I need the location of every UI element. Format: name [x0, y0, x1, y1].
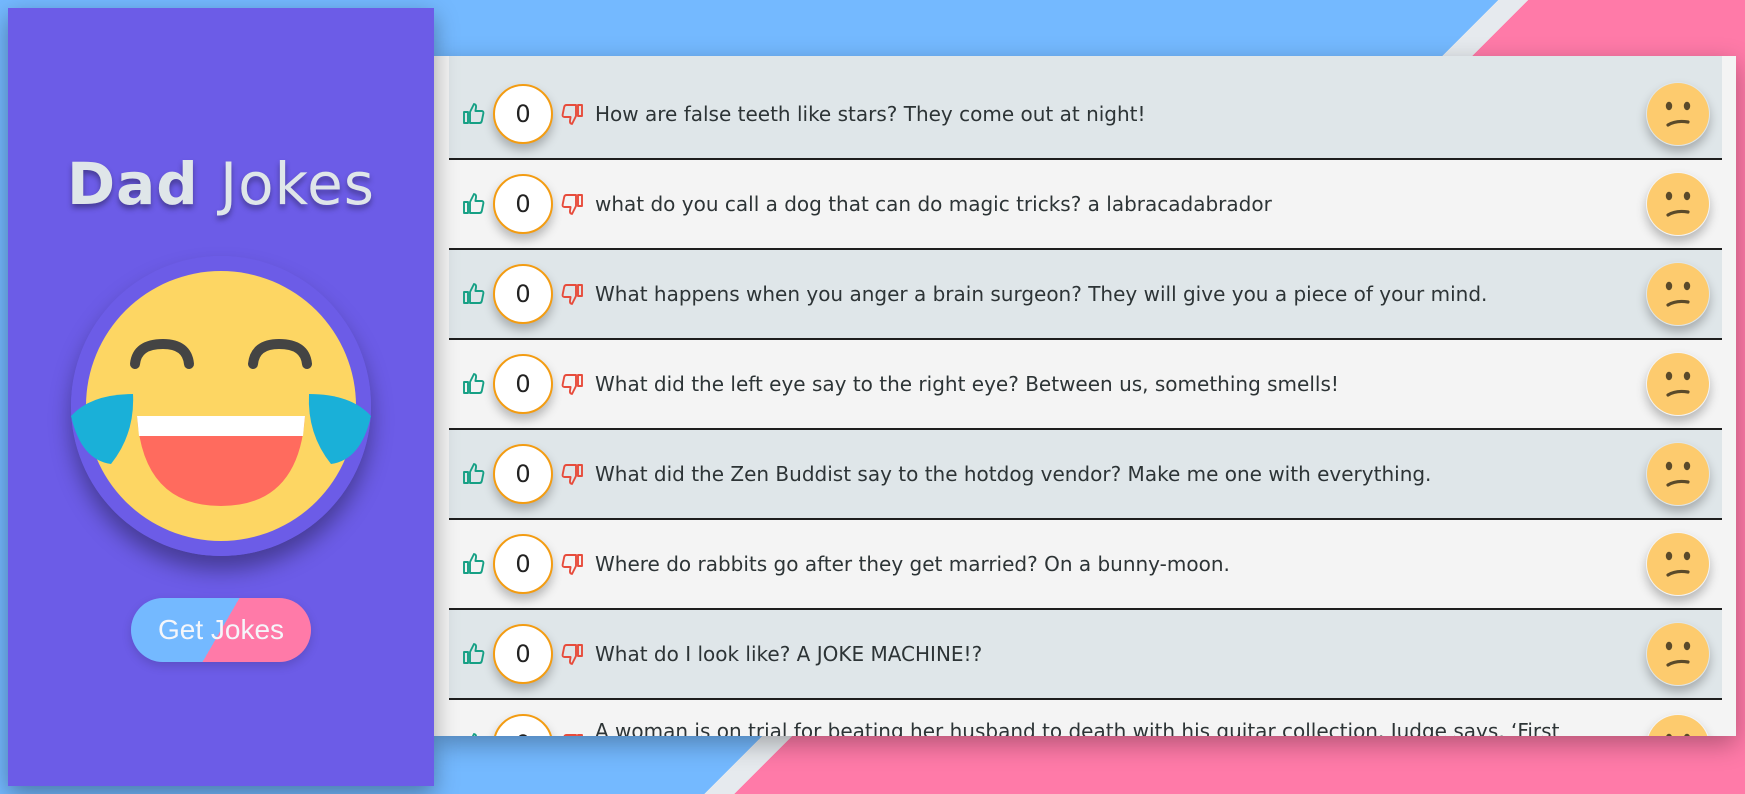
- joke-text: What did the left eye say to the right e…: [595, 372, 1339, 396]
- joke-row: 0 A woman is on trial for beating her hu…: [449, 700, 1722, 736]
- thumbs-up-icon[interactable]: [461, 461, 487, 487]
- joke-text: What do I look like? A JOKE MACHINE!?: [595, 642, 983, 666]
- thumbs-up-icon[interactable]: [461, 641, 487, 667]
- thumbs-up-icon[interactable]: [461, 101, 487, 127]
- get-jokes-button[interactable]: Get Jokes: [131, 598, 311, 662]
- vote-score: 0: [493, 534, 553, 594]
- joke-row: 0 What happens when you anger a brain su…: [449, 250, 1722, 340]
- joke-row: 0 what do you call a dog that can do mag…: [449, 160, 1722, 250]
- vote-controls: 0: [449, 624, 589, 684]
- vote-controls: 0: [449, 700, 589, 736]
- thumbs-down-icon[interactable]: [559, 101, 585, 127]
- thumbs-down-icon[interactable]: [559, 281, 585, 307]
- confused-face-icon: [1646, 352, 1710, 416]
- vote-score: 0: [493, 354, 553, 414]
- joke-row: 0 What did the Zen Buddist say to the ho…: [449, 430, 1722, 520]
- joke-text: A woman is on trial for beating her husb…: [595, 719, 1560, 736]
- thumbs-down-icon[interactable]: [559, 641, 585, 667]
- joke-list: 0 How are false teeth like stars? They c…: [434, 56, 1736, 736]
- confused-face-icon: [1646, 622, 1710, 686]
- joke-text: What did the Zen Buddist say to the hotd…: [595, 462, 1432, 486]
- vote-controls: 0: [449, 84, 589, 144]
- joke-row: 0 What do I look like? A JOKE MACHINE!?: [449, 610, 1722, 700]
- joke-text: How are false teeth like stars? They com…: [595, 102, 1146, 126]
- vote-controls: 0: [449, 264, 589, 324]
- vote-controls: 0: [449, 444, 589, 504]
- joke-row: 0 Where do rabbits go after they get mar…: [449, 520, 1722, 610]
- vote-controls: 0: [449, 354, 589, 414]
- confused-face-icon: [1646, 532, 1710, 596]
- thumbs-down-icon[interactable]: [559, 461, 585, 487]
- joke-row: 0 What did the left eye say to the right…: [449, 340, 1722, 430]
- thumbs-up-icon[interactable]: [461, 281, 487, 307]
- confused-face-icon: [1646, 714, 1710, 736]
- confused-face-icon: [1646, 262, 1710, 326]
- thumbs-down-icon[interactable]: [559, 191, 585, 217]
- vote-score: 0: [493, 714, 553, 736]
- laughing-tears-face-icon: [71, 256, 371, 556]
- vote-score: 0: [493, 264, 553, 324]
- app-title-bold: Dad: [66, 150, 199, 218]
- thumbs-up-icon[interactable]: [461, 191, 487, 217]
- joke-text: Where do rabbits go after they get marri…: [595, 552, 1230, 576]
- vote-score: 0: [493, 624, 553, 684]
- joke-text: What happens when you anger a brain surg…: [595, 282, 1488, 306]
- vote-controls: 0: [449, 174, 589, 234]
- thumbs-up-icon[interactable]: [461, 371, 487, 397]
- jokes-panel: 0 How are false teeth like stars? They c…: [434, 56, 1736, 736]
- vote-controls: 0: [449, 534, 589, 594]
- joke-row: 0 How are false teeth like stars? They c…: [449, 56, 1722, 160]
- vote-score: 0: [493, 444, 553, 504]
- confused-face-icon: [1646, 82, 1710, 146]
- confused-face-icon: [1646, 442, 1710, 506]
- thumbs-down-icon[interactable]: [559, 371, 585, 397]
- thumbs-up-icon[interactable]: [461, 731, 487, 736]
- thumbs-down-icon[interactable]: [559, 731, 585, 736]
- vote-score: 0: [493, 84, 553, 144]
- confused-face-icon: [1646, 172, 1710, 236]
- app-title: Dad Jokes: [67, 150, 375, 218]
- app-title-light: Jokes: [220, 150, 376, 218]
- thumbs-down-icon[interactable]: [559, 551, 585, 577]
- sidebar: Dad Jokes Get Jokes: [8, 8, 434, 786]
- joke-text: what do you call a dog that can do magic…: [595, 192, 1272, 216]
- vote-score: 0: [493, 174, 553, 234]
- thumbs-up-icon[interactable]: [461, 551, 487, 577]
